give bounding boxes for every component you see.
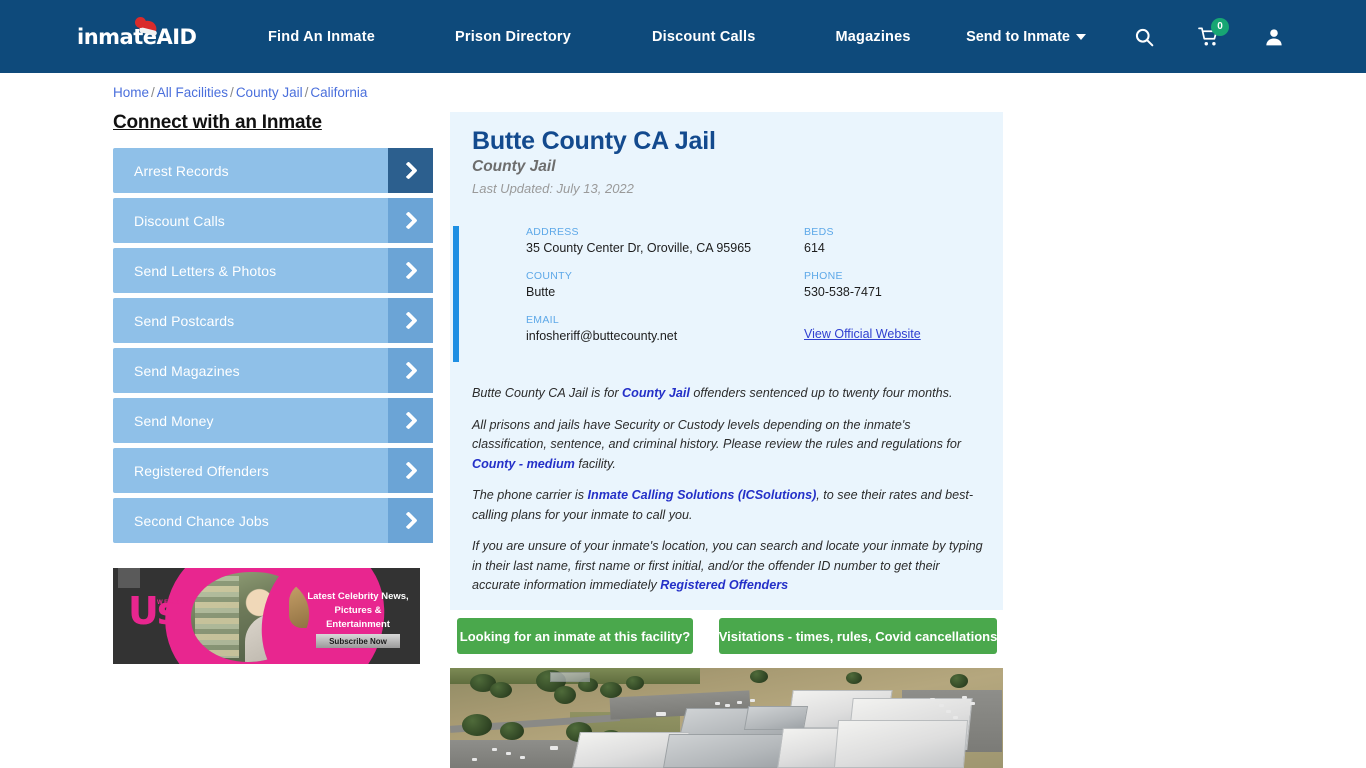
sidebar-item-label: Send Letters & Photos <box>134 262 277 279</box>
breadcrumb-item-home[interactable]: Home <box>113 85 149 100</box>
paragraph-text: facility. <box>574 456 616 471</box>
detail-beds: BEDS 614 <box>804 226 996 255</box>
breadcrumb: Home / All Facilities / County Jail / Californ… <box>113 85 367 100</box>
ad-corner-marker <box>118 568 140 588</box>
aerial-facility-photo <box>450 668 1003 768</box>
sidebar-item-registered-offenders[interactable]: Registered Offenders <box>113 448 433 493</box>
inline-link-icsolutions[interactable]: Inmate Calling Solutions (ICSolutions) <box>588 488 817 502</box>
sidebar-item-send-postcards[interactable]: Send Postcards <box>113 298 433 343</box>
detail-value: 530-538-7471 <box>804 285 882 299</box>
main-navigation: Find An Inmate Prison Directory Discount… <box>268 0 911 73</box>
sidebar-item-label: Second Chance Jobs <box>134 512 269 529</box>
sidebar-item-label: Send Postcards <box>134 312 235 329</box>
description-paragraph-4: If you are unsure of your inmate's locat… <box>472 537 987 596</box>
cta-button-row: Looking for an inmate at this facility? … <box>457 618 997 654</box>
detail-label: BEDS <box>804 226 834 238</box>
breadcrumb-separator: / <box>151 85 155 100</box>
sidebar-item-label: Send Money <box>134 412 214 429</box>
detail-label: PHONE <box>804 270 843 282</box>
sidebar-item-label: Arrest Records <box>134 162 229 179</box>
description-paragraph-3: The phone carrier is Inmate Calling Solu… <box>472 486 987 525</box>
nav-item-discount-calls[interactable]: Discount Calls <box>652 29 756 45</box>
detail-value: 35 County Center Dr, Oroville, CA 95965 <box>526 241 752 255</box>
inline-link-county-jail[interactable]: County Jail <box>622 386 690 400</box>
site-header: inmateAID Find An Inmate Prison Director… <box>0 0 1366 73</box>
facility-details-block: ADDRESS 35 County Center Dr, Oroville, C… <box>453 226 1003 362</box>
sidebar-item-second-chance-jobs[interactable]: Second Chance Jobs <box>113 498 433 543</box>
facility-info-panel: Butte County CA Jail County Jail Last Up… <box>450 112 1003 610</box>
sidebar-item-send-letters-photos[interactable]: Send Letters & Photos <box>113 248 433 293</box>
breadcrumb-separator: / <box>230 85 234 100</box>
breadcrumb-item-all-facilities[interactable]: All Facilities <box>157 85 228 100</box>
last-updated-text: Last Updated: July 13, 2022 <box>472 181 634 196</box>
chevron-right-icon <box>388 498 433 543</box>
chevron-right-icon <box>388 398 433 443</box>
chevron-right-icon <box>388 448 433 493</box>
inline-link-registered-offenders[interactable]: Registered Offenders <box>660 578 788 592</box>
breadcrumb-separator: / <box>304 85 309 100</box>
description-paragraph-2: All prisons and jails have Security or C… <box>472 416 987 475</box>
ad-subscribe-button[interactable]: Subscribe Now <box>316 634 400 648</box>
detail-value: 614 <box>804 241 825 255</box>
send-to-inmate-dropdown[interactable]: Send to Inmate <box>966 29 1086 45</box>
visitations-info-button[interactable]: Visitations - times, rules, Covid cancel… <box>719 618 997 654</box>
chevron-right-icon <box>388 248 433 293</box>
site-logo[interactable]: inmateAID <box>77 17 197 53</box>
detail-label: ADDRESS <box>526 226 579 238</box>
ad-brand-logo: Us <box>128 589 180 633</box>
page-title: Butte County CA Jail <box>472 127 716 155</box>
ad-copy-text: Latest Celebrity News, Pictures & Entert… <box>307 591 409 630</box>
sidebar-item-arrest-records[interactable]: Arrest Records <box>113 148 433 193</box>
santa-hat-icon <box>135 17 159 37</box>
looking-for-inmate-button[interactable]: Looking for an inmate at this facility? <box>457 618 693 654</box>
view-official-website-link[interactable]: View Official Website <box>804 327 921 341</box>
detail-email: EMAIL infosheriff@buttecounty.net <box>526 314 804 343</box>
facility-type-subtitle: County Jail <box>472 158 556 175</box>
sidebar-item-discount-calls[interactable]: Discount Calls <box>113 198 433 243</box>
breadcrumb-item-california[interactable]: California <box>310 85 367 100</box>
chevron-right-icon <box>388 148 433 193</box>
nav-item-magazines[interactable]: Magazines <box>836 29 911 45</box>
detail-value: Butte <box>526 285 556 299</box>
sidebar-title: Connect with an Inmate <box>113 112 322 133</box>
facility-details-grid: ADDRESS 35 County Center Dr, Oroville, C… <box>526 226 996 343</box>
accent-bar <box>453 226 459 362</box>
ad-brand-logo-sub: WEEKLY <box>157 600 191 606</box>
detail-county: COUNTY Butte <box>526 270 804 299</box>
shopping-cart-icon[interactable]: 0 <box>1198 17 1229 47</box>
user-account-icon[interactable] <box>1264 27 1284 47</box>
paragraph-text: The phone carrier is <box>472 488 588 502</box>
cart-count-badge: 0 <box>1211 17 1229 36</box>
detail-label: EMAIL <box>526 314 560 326</box>
sidebar-item-send-money[interactable]: Send Money <box>113 398 433 443</box>
logo-text-secondary: AID <box>156 25 197 49</box>
description-paragraph-1: Butte County CA Jail is for County Jail … <box>472 384 987 404</box>
sidebar-item-send-magazines[interactable]: Send Magazines <box>113 348 433 393</box>
paragraph-text: Butte County CA Jail is for <box>472 386 623 400</box>
sidebar-item-label: Registered Offenders <box>134 462 269 479</box>
detail-website: View Official Website <box>804 314 996 343</box>
send-to-inmate-label: Send to Inmate <box>966 28 1070 45</box>
advertisement-banner[interactable]: Us WEEKLY Latest Celebrity News, Picture… <box>113 568 420 664</box>
detail-value: infosheriff@buttecounty.net <box>526 329 678 343</box>
paragraph-text: All prisons and jails have Security or C… <box>472 417 962 452</box>
breadcrumb-item-county-jail[interactable]: County Jail <box>236 85 303 100</box>
header-actions: Send to Inmate 0 <box>966 0 1366 73</box>
sidebar: Connect with an Inmate Arrest Records Di… <box>113 112 433 548</box>
detail-address: ADDRESS 35 County Center Dr, Oroville, C… <box>526 226 804 255</box>
inline-link-county-medium[interactable]: County - medium <box>472 457 575 471</box>
sidebar-item-label: Send Magazines <box>134 362 240 379</box>
chevron-right-icon <box>388 298 433 343</box>
search-icon[interactable] <box>1134 27 1154 47</box>
chevron-down-icon <box>1076 33 1086 40</box>
paragraph-text: offenders sentenced up to twenty four mo… <box>689 386 953 400</box>
nav-item-prison-directory[interactable]: Prison Directory <box>455 29 571 45</box>
chevron-right-icon <box>388 198 433 243</box>
sidebar-item-label: Discount Calls <box>134 212 225 229</box>
detail-label: COUNTY <box>526 270 573 282</box>
facility-description: Butte County CA Jail is for County Jail … <box>472 384 987 596</box>
chevron-right-icon <box>388 348 433 393</box>
detail-phone: PHONE 530-538-7471 <box>804 270 996 299</box>
nav-item-find-an-inmate[interactable]: Find An Inmate <box>268 29 375 45</box>
